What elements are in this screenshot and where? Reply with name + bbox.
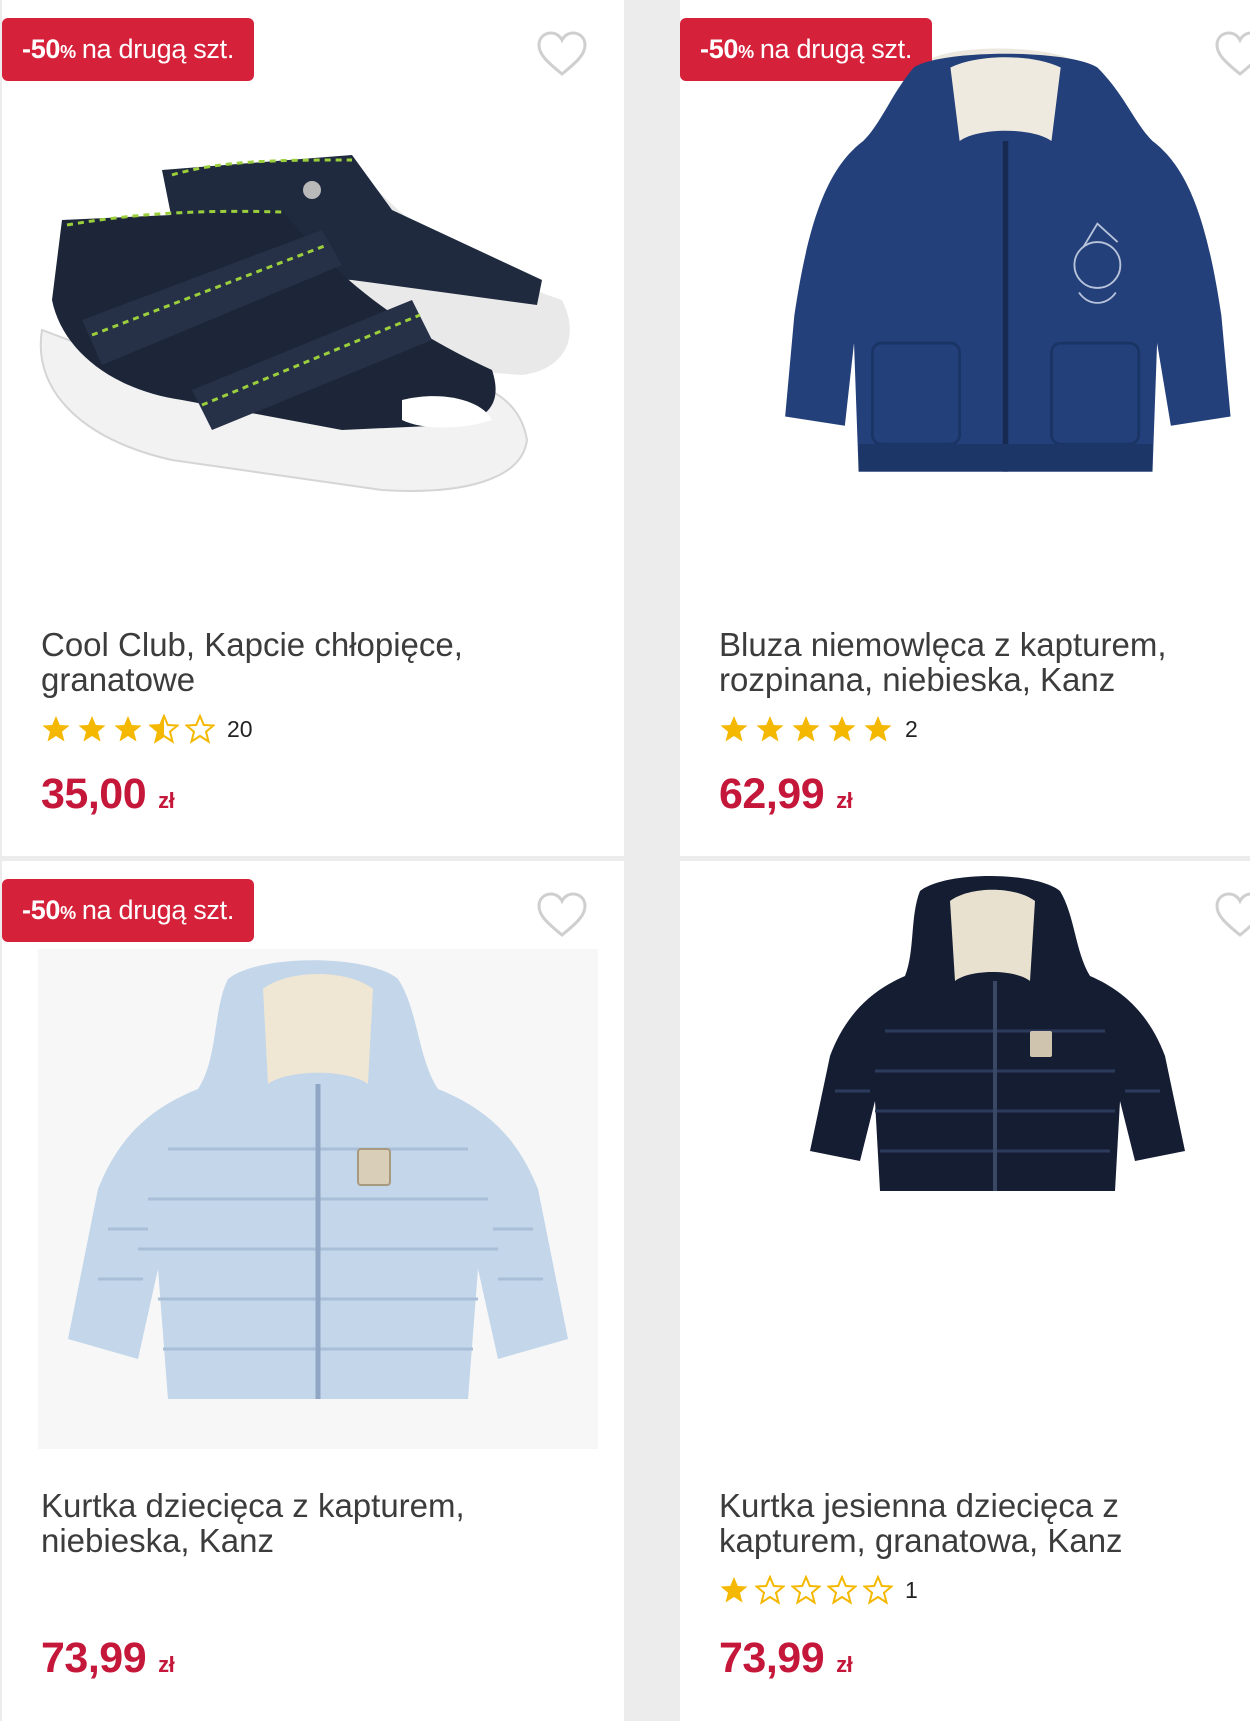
star-full-icon bbox=[720, 716, 748, 742]
rating: 2 bbox=[719, 712, 918, 746]
promo-text: na drugą szt. bbox=[81, 34, 235, 64]
heart-icon[interactable] bbox=[536, 30, 588, 78]
rating-count: 20 bbox=[227, 715, 253, 742]
promo-percent: -50 bbox=[22, 895, 61, 925]
promo-percent: -50 bbox=[22, 34, 61, 64]
promo-badge: -50% na drugą szt. bbox=[2, 879, 255, 942]
star-empty-icon bbox=[827, 1575, 857, 1605]
promo-percent-sign: % bbox=[60, 903, 76, 923]
price-amount: 73,99 bbox=[719, 1634, 825, 1682]
price-amount: 73,99 bbox=[41, 1634, 147, 1682]
star-empty-icon bbox=[863, 1575, 893, 1605]
star-full-icon bbox=[42, 716, 70, 742]
price-amount: 62,99 bbox=[719, 770, 825, 818]
star-empty-icon bbox=[185, 714, 215, 744]
promo-badge: -50% na drugą szt. bbox=[2, 18, 255, 81]
light-blue-puffer-jacket-image[interactable] bbox=[38, 949, 598, 1449]
sandals-image[interactable] bbox=[22, 100, 602, 550]
star-empty-icon bbox=[791, 1575, 821, 1605]
price-currency: zł bbox=[158, 1652, 175, 1677]
heart-icon[interactable] bbox=[1214, 891, 1250, 939]
rating: 1 bbox=[719, 1573, 918, 1607]
product-title[interactable]: Kurtka dziecięca z kapturem, niebieska, … bbox=[41, 1488, 581, 1558]
product-title[interactable]: Kurtka jesienna dziecięca z kapturem, gr… bbox=[719, 1488, 1250, 1558]
price: 62,99 zł bbox=[719, 770, 853, 819]
star-full-icon bbox=[720, 1577, 748, 1603]
rating-count: 2 bbox=[905, 715, 918, 742]
heart-icon[interactable] bbox=[536, 891, 588, 939]
product-card[interactable]: -50% na drugą szt. Bluza niemowlęca z ka… bbox=[680, 0, 1250, 856]
hoodie-image[interactable] bbox=[688, 40, 1250, 490]
star-full-icon bbox=[114, 716, 142, 742]
price-currency: zł bbox=[158, 788, 175, 813]
star-empty-icon bbox=[755, 1575, 785, 1605]
price-currency: zł bbox=[836, 788, 853, 813]
navy-puffer-jacket-image[interactable] bbox=[790, 871, 1190, 1201]
price-amount: 35,00 bbox=[41, 770, 147, 818]
star-full-icon bbox=[828, 716, 856, 742]
price: 73,99 zł bbox=[719, 1634, 853, 1683]
product-card[interactable]: -50% na drugą szt. Cool Club, Kapcie chł… bbox=[2, 0, 624, 856]
price-currency: zł bbox=[836, 1652, 853, 1677]
star-full-icon bbox=[756, 716, 784, 742]
product-card[interactable]: Kurtka jesienna dziecięca z kapturem, gr… bbox=[680, 861, 1250, 1721]
promo-text: na drugą szt. bbox=[81, 895, 235, 925]
price: 35,00 zł bbox=[41, 770, 175, 819]
product-card[interactable]: -50% na drugą szt. Kurtka dziecięca z ka… bbox=[2, 861, 624, 1721]
star-full-icon bbox=[78, 716, 106, 742]
price: 73,99 zł bbox=[41, 1634, 175, 1683]
rating-count: 1 bbox=[905, 1576, 918, 1603]
star-full-icon bbox=[792, 716, 820, 742]
star-full-icon bbox=[864, 716, 892, 742]
promo-percent-sign: % bbox=[60, 42, 76, 62]
product-title[interactable]: Cool Club, Kapcie chłopięce, granatowe bbox=[41, 627, 581, 697]
rating: 20 bbox=[41, 712, 253, 746]
product-title[interactable]: Bluza niemowlęca z kapturem, rozpinana, … bbox=[719, 627, 1250, 697]
product-grid: -50% na drugą szt. Cool Club, Kapcie chł… bbox=[0, 0, 1250, 1721]
star-half-icon bbox=[149, 714, 179, 744]
